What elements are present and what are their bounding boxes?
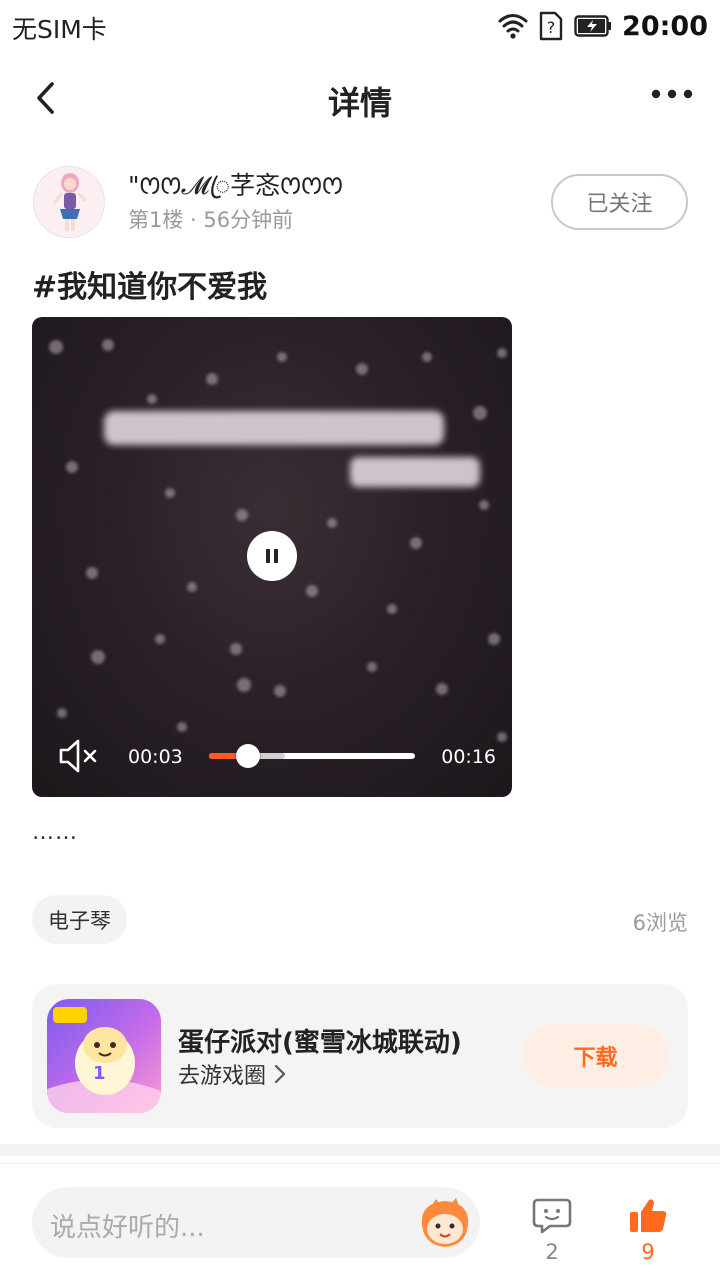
section-divider bbox=[0, 1144, 720, 1156]
status-icons: ? 20:00 bbox=[498, 8, 708, 44]
status-bar: 无SIM卡 ? 20:00 bbox=[0, 0, 720, 52]
like-count: 9 bbox=[641, 1240, 655, 1264]
thumbs-up-icon bbox=[630, 1199, 667, 1232]
progress-bar[interactable] bbox=[209, 744, 415, 768]
post-title[interactable]: #我知道你不爱我 bbox=[32, 262, 267, 306]
more-dots-icon[interactable] bbox=[650, 84, 694, 104]
game-logo-art: 1 bbox=[47, 999, 161, 1113]
comment-button[interactable]: 2 bbox=[528, 1196, 576, 1268]
follow-button[interactable]: 已关注 bbox=[551, 174, 688, 230]
game-circle-link-label: 去游戏圈 bbox=[178, 1064, 267, 1089]
page-title: 详情 bbox=[327, 84, 392, 122]
current-time: 00:03 bbox=[128, 746, 183, 768]
wifi-icon bbox=[498, 14, 528, 39]
avatar[interactable] bbox=[33, 166, 105, 238]
game-app-icon[interactable]: 1 bbox=[47, 999, 161, 1113]
total-time: 00:16 bbox=[441, 746, 496, 768]
comment-input[interactable]: 说点好听的... bbox=[32, 1187, 480, 1258]
like-button[interactable]: 9 bbox=[624, 1196, 672, 1268]
svg-text:?: ? bbox=[547, 18, 556, 37]
download-button[interactable]: 下载 bbox=[523, 1024, 668, 1087]
comment-placeholder: 说点好听的... bbox=[50, 1213, 205, 1243]
pause-button[interactable] bbox=[247, 531, 297, 581]
comment-count: 2 bbox=[545, 1240, 559, 1264]
mute-icon[interactable] bbox=[58, 737, 100, 775]
chevron-right-icon bbox=[274, 1064, 286, 1084]
progress-knob[interactable] bbox=[235, 744, 260, 768]
nav-bar: 详情 bbox=[0, 52, 720, 144]
view-count: 6浏览 bbox=[632, 911, 688, 935]
clock: 20:00 bbox=[622, 10, 708, 42]
avatar-figure bbox=[52, 173, 88, 231]
emoji-mascot-icon[interactable] bbox=[416, 1195, 474, 1251]
game-card[interactable]: 1 蛋仔派对(蜜雪冰城联动) 去游戏圈 下载 bbox=[32, 984, 688, 1128]
post-meta: 第1楼 · 56分钟前 bbox=[128, 208, 294, 232]
no-sim-question-icon: ? bbox=[539, 11, 563, 41]
game-name[interactable]: 蛋仔派对(蜜雪冰城联动) bbox=[178, 1022, 462, 1059]
pause-icon bbox=[266, 549, 278, 563]
sim-status: 无SIM卡 bbox=[12, 15, 107, 44]
battery-charging-icon bbox=[574, 15, 612, 37]
video-player[interactable]: 00:03 00:16 bbox=[32, 317, 512, 797]
bottom-bar-border bbox=[0, 1163, 720, 1164]
game-circle-link[interactable]: 去游戏圈 bbox=[178, 1058, 286, 1090]
post-body: …… bbox=[32, 820, 78, 845]
tag-chip[interactable]: 电子琴 bbox=[32, 895, 127, 944]
svg-text:1: 1 bbox=[93, 1063, 106, 1084]
comment-icon bbox=[532, 1198, 572, 1234]
